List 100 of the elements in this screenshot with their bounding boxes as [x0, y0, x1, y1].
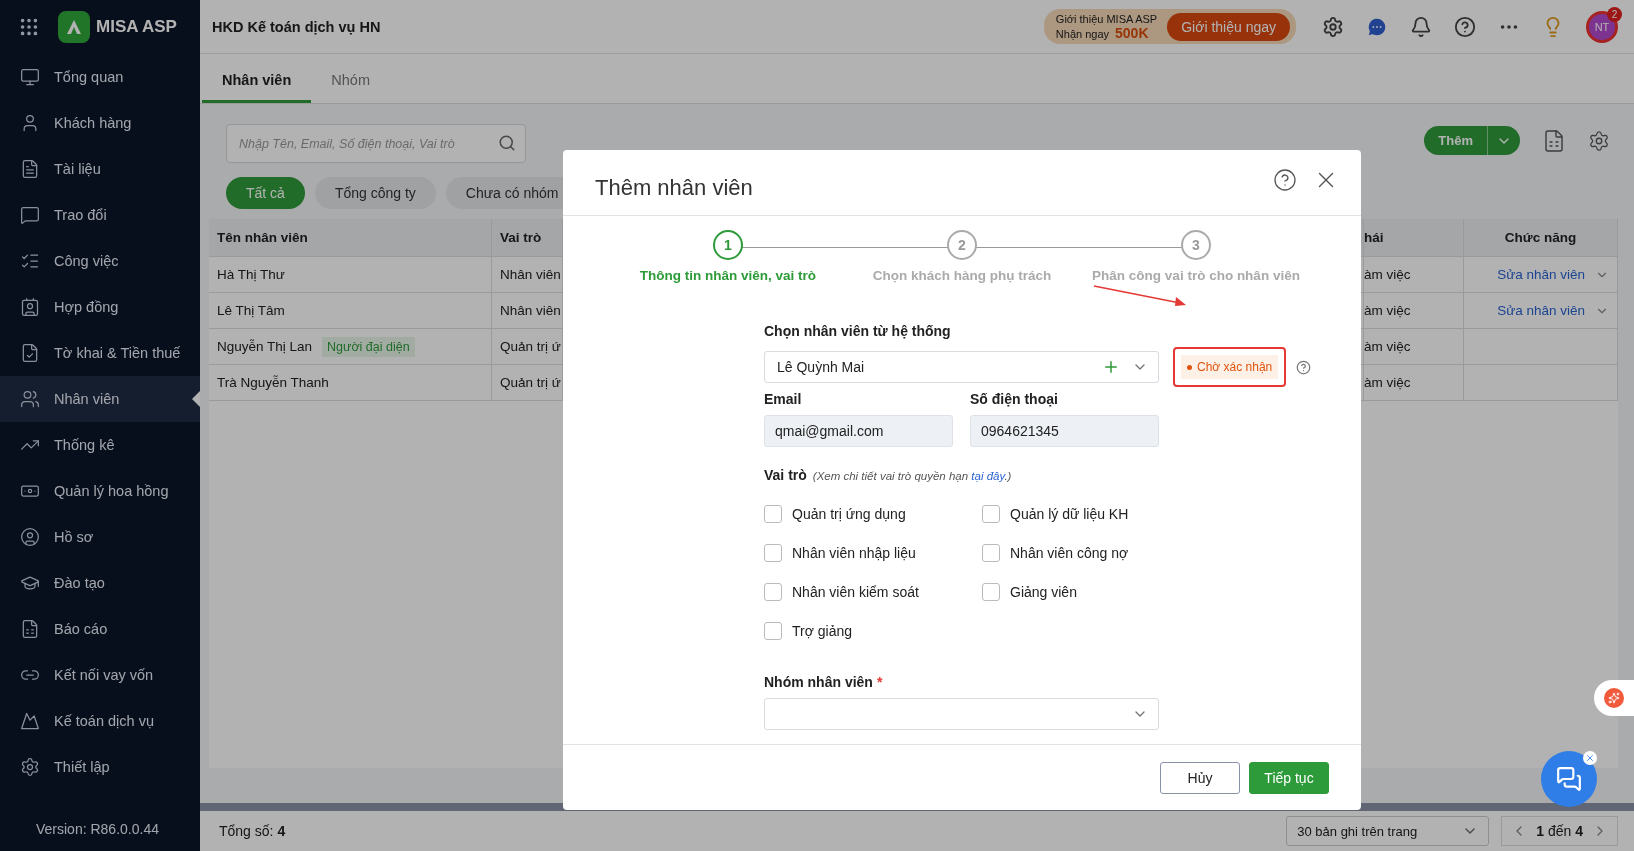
table-cell: àm việc — [1364, 292, 1464, 328]
document-icon — [20, 159, 40, 179]
report-icon — [20, 619, 40, 639]
people-icon — [20, 389, 40, 409]
table-cell: àm việc — [1364, 364, 1464, 400]
table-cell: Quản trị ứ — [492, 328, 563, 364]
table-cell: Nhân viên — [492, 292, 563, 328]
close-icon[interactable] — [1583, 751, 1597, 765]
refer-now-button[interactable]: Giới thiệu ngay — [1167, 12, 1290, 41]
step-number: 1 — [713, 230, 743, 260]
sidebar-item[interactable]: Quản lý hoa hồng — [0, 468, 200, 514]
settings-icon — [20, 757, 40, 777]
help-icon[interactable] — [1296, 359, 1312, 375]
sidebar-item[interactable]: Thiết lập — [0, 744, 200, 790]
column-header: hái — [1364, 219, 1464, 256]
search-field[interactable]: Nhập Tên, Email, Số điện thoại, Vai trò — [226, 124, 526, 163]
field-label: Vai trò — [764, 467, 807, 483]
sidebar-item[interactable]: Thống kê — [0, 422, 200, 468]
chat-icon — [20, 205, 40, 225]
help-icon[interactable] — [1454, 15, 1476, 38]
settings-icon[interactable] — [1322, 15, 1344, 38]
bell-icon[interactable] — [1410, 15, 1432, 38]
add-employee-dialog: Thêm nhân viên 1 Thông tin nhân viên, vai trò 2 Chọn khách hàng phụ trách 3 Phân công vai trò cho nhân viên Chọn nhân viên từ hệ thống Lê Quỳnh Mai Chờ xác nhận Email qmai@gmail.com Số điện thoại 0964621345 Vai trò (Xem chi tiết vai trò quyền hạn tại đây.) Quản trị ứng dụng Quản lý dữ liệu KH Nhân viên nhập liệu Nhân viên công nợ Nhân viên kiểm soát Giảng viên Trợ giảng Nhóm nhân viên * Hủy Tiếp tục — [563, 150, 1361, 810]
role-checkbox[interactable]: Trợ giảng — [764, 622, 982, 640]
role-checkbox[interactable]: Nhân viên nhập liệu — [764, 544, 982, 562]
sidebar-item[interactable]: Tờ khai & Tiền thuế — [0, 330, 200, 376]
table-cell: àm việc — [1364, 256, 1464, 292]
role-checkbox[interactable]: Quản trị ứng dụng — [764, 505, 982, 523]
chat-bubbles-icon — [1556, 766, 1582, 792]
role-checkbox[interactable]: Nhân viên công nợ — [982, 544, 1182, 562]
step-label: Phân công vai trò cho nhân viên — [1092, 268, 1300, 283]
sidebar-item[interactable]: Công việc — [0, 238, 200, 284]
role-checkbox[interactable]: Giảng viên — [982, 583, 1182, 601]
sidebar-item[interactable]: Tài liệu — [0, 146, 200, 192]
sidebar-item[interactable]: Hợp đồng — [0, 284, 200, 330]
assistant-button[interactable] — [1594, 680, 1634, 716]
dialog-title: Thêm nhân viên — [595, 174, 753, 201]
misa-logo[interactable]: MISA ASP — [58, 11, 177, 43]
page-range: 1 đến 4 — [1536, 823, 1583, 839]
cancel-button[interactable]: Hủy — [1160, 761, 1240, 794]
column-header: Vai trò — [492, 219, 563, 256]
mountain-logo-icon — [20, 711, 40, 731]
version-text: Version: R86.0.0.44 — [35, 821, 160, 839]
sidebar-item[interactable]: Nhân viên — [0, 376, 200, 422]
required-mark: * — [876, 674, 883, 690]
referral-banner[interactable]: Giới thiệu MISA ASP Nhận ngay 500K Giới thiệu ngay — [1043, 9, 1296, 44]
filter-chip[interactable]: Tổng công ty — [314, 177, 436, 209]
employee-name: Hà Thị Thư — [217, 267, 285, 282]
representative-tag: Người đại diện — [322, 336, 415, 357]
employee-select[interactable]: Lê Quỳnh Mai — [764, 351, 1159, 383]
sparkle-icon — [1604, 688, 1624, 708]
edit-employee-link[interactable]: Sửa nhân viên — [1497, 267, 1585, 282]
column-header: Tên nhân viên — [209, 219, 492, 256]
settings-icon[interactable] — [1588, 129, 1610, 152]
tab[interactable]: Nhân viên — [202, 72, 312, 103]
contact-card-icon — [20, 297, 40, 317]
user-circle-icon — [20, 527, 40, 547]
app-grid-icon[interactable] — [18, 16, 40, 38]
column-header: Chức năng — [1464, 219, 1618, 256]
table-cell: Quản trị ứ — [492, 364, 563, 400]
step-label: Chọn khách hàng phụ trách — [872, 268, 1052, 283]
sidebar-item[interactable]: Báo cáo — [0, 606, 200, 652]
role-checkbox[interactable]: Quản lý dữ liệu KH — [982, 505, 1182, 523]
document-check-icon — [20, 343, 40, 363]
employee-name: Nguyễn Thị Lan — [217, 339, 313, 354]
field-label: Chọn nhân viên từ hệ thống — [764, 323, 952, 339]
continue-button[interactable]: Tiếp tục — [1249, 761, 1329, 794]
details-link[interactable]: tại đây — [971, 470, 1005, 482]
excel-icon[interactable] — [1542, 128, 1566, 153]
employee-name: Lê Thị Tâm — [217, 303, 285, 318]
sidebar-item[interactable]: Khách hàng — [0, 100, 200, 146]
total-count: Tổng số: 4 — [219, 823, 286, 839]
chat-icon[interactable] — [1366, 15, 1388, 38]
search-icon[interactable] — [498, 134, 516, 152]
sidebar-item[interactable]: Đào tạo — [0, 560, 200, 606]
page-size-select[interactable]: 30 bản ghi trên trang — [1286, 816, 1490, 846]
sidebar-item[interactable]: Hồ sơ — [0, 514, 200, 560]
role-checkbox[interactable]: Nhân viên kiểm soát — [764, 583, 982, 601]
sidebar-item[interactable]: Tổng quan — [0, 54, 200, 100]
employee-name: Trà Nguyễn Thanh — [217, 375, 329, 390]
step-number: 3 — [1181, 230, 1211, 260]
table-cell: àm việc — [1364, 328, 1464, 364]
sidebar-item[interactable]: Kế toán dịch vụ — [0, 698, 200, 744]
table-cell: Nhân viên — [492, 256, 563, 292]
company-name: HKD Kế toán dịch vụ HN — [212, 18, 381, 35]
step-number: 2 — [947, 230, 977, 260]
monitor-icon — [20, 67, 40, 87]
help-icon[interactable] — [1273, 167, 1297, 192]
sidebar-item[interactable]: Kết nối vay vốn — [0, 652, 200, 698]
sidebar-item[interactable]: Trao đổi — [0, 192, 200, 238]
edit-employee-link[interactable]: Sửa nhân viên — [1497, 303, 1585, 318]
step-label: Thông tin nhân viên, vai trò — [639, 268, 817, 283]
field-label: Email — [764, 391, 803, 407]
phone-field[interactable]: 0964621345 — [970, 415, 1159, 447]
add-icon[interactable] — [1102, 358, 1120, 376]
field-label: Số điện thoại — [970, 391, 1059, 407]
email-field[interactable]: qmai@gmail.com — [764, 415, 953, 447]
notification-badge: 2 — [1607, 6, 1622, 22]
status-badge: Chờ xác nhận — [1181, 355, 1279, 379]
tab[interactable]: Nhóm — [311, 72, 390, 103]
